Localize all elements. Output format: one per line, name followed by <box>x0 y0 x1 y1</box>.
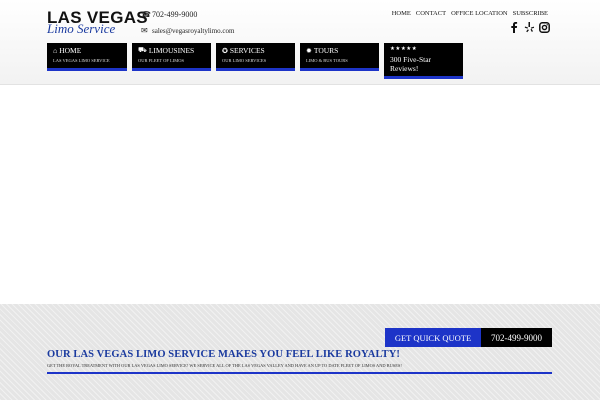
cta-tagline: GET THE ROYAL TREATMENT WITH OUR LAS VEG… <box>47 363 402 368</box>
nav-tours-label: TOURS <box>313 46 339 55</box>
header-email[interactable]: ✉ sales@vegasroyaltylimo.com <box>141 26 234 35</box>
nav-limousines-sublabel: OUR FLEET OF LIMOS <box>138 58 185 63</box>
nav-services-label: SERVICES <box>229 46 265 55</box>
instagram-icon[interactable] <box>538 21 550 33</box>
nav-limousines-label: LIMOUSINES <box>148 46 195 55</box>
envelope-icon: ✉ <box>141 26 148 35</box>
cta-band: GET QUICK QUOTE 702-499-9000 OUR LAS VEG… <box>0 304 600 400</box>
site-header: LAS VEGAS Limo Service ☎ 702-499-9000 ✉ … <box>0 0 600 85</box>
reviews-label: 300 Five-Star Reviews! <box>390 55 432 73</box>
phone-icon: ☎ <box>141 10 151 19</box>
yelp-icon[interactable] <box>523 21 535 33</box>
header-phone[interactable]: ☎ 702-499-9000 <box>141 10 197 19</box>
nav-home[interactable]: ⌂ HOME LAS VEGAS LIMO SERVICE <box>47 43 127 71</box>
get-quick-quote-button[interactable]: GET QUICK QUOTE <box>385 328 481 347</box>
nav-services-sublabel: OUR LIMO SERVICES <box>222 58 267 63</box>
cta-phone-button[interactable]: 702-499-9000 <box>481 328 552 347</box>
header-phone-number[interactable]: 702-499-9000 <box>152 10 197 19</box>
top-nav-office-location[interactable]: OFFICE LOCATION <box>451 10 508 17</box>
star-circle-icon: ✪ <box>222 46 228 55</box>
gear-icon: ✹ <box>306 46 312 55</box>
top-nav-subscribe[interactable]: SUBSCRIBE <box>513 10 548 17</box>
header-email-address[interactable]: sales@vegasroyaltylimo.com <box>152 27 234 35</box>
logo-subtitle[interactable]: Limo Service <box>47 21 115 37</box>
top-nav-home[interactable]: HOME <box>392 10 411 17</box>
cta-divider <box>47 372 552 374</box>
nav-services[interactable]: ✪ SERVICES OUR LIMO SERVICES <box>216 43 295 71</box>
cta-headline: OUR LAS VEGAS LIMO SERVICE MAKES YOU FEE… <box>47 349 400 360</box>
home-icon: ⌂ <box>53 46 58 55</box>
nav-reviews[interactable]: ★★★★★ 300 Five-Star Reviews! <box>384 43 463 79</box>
top-nav-contact[interactable]: CONTACT <box>416 10 446 17</box>
five-star-rating-icon: ★★★★★ <box>390 46 418 52</box>
nav-tours[interactable]: ✹ TOURS LIMO & BUS TOURS <box>300 43 379 71</box>
social-links <box>508 21 553 33</box>
nav-tours-sublabel: LIMO & BUS TOURS <box>306 58 348 63</box>
top-nav: HOME CONTACT OFFICE LOCATION SUBSCRIBE <box>387 10 548 17</box>
car-icon: ⛟ <box>138 46 147 54</box>
nav-limousines[interactable]: ⛟ LIMOUSINES OUR FLEET OF LIMOS <box>132 43 211 71</box>
nav-home-sublabel: LAS VEGAS LIMO SERVICE <box>53 58 110 63</box>
nav-home-label: HOME <box>59 46 82 55</box>
facebook-icon[interactable] <box>508 21 520 33</box>
